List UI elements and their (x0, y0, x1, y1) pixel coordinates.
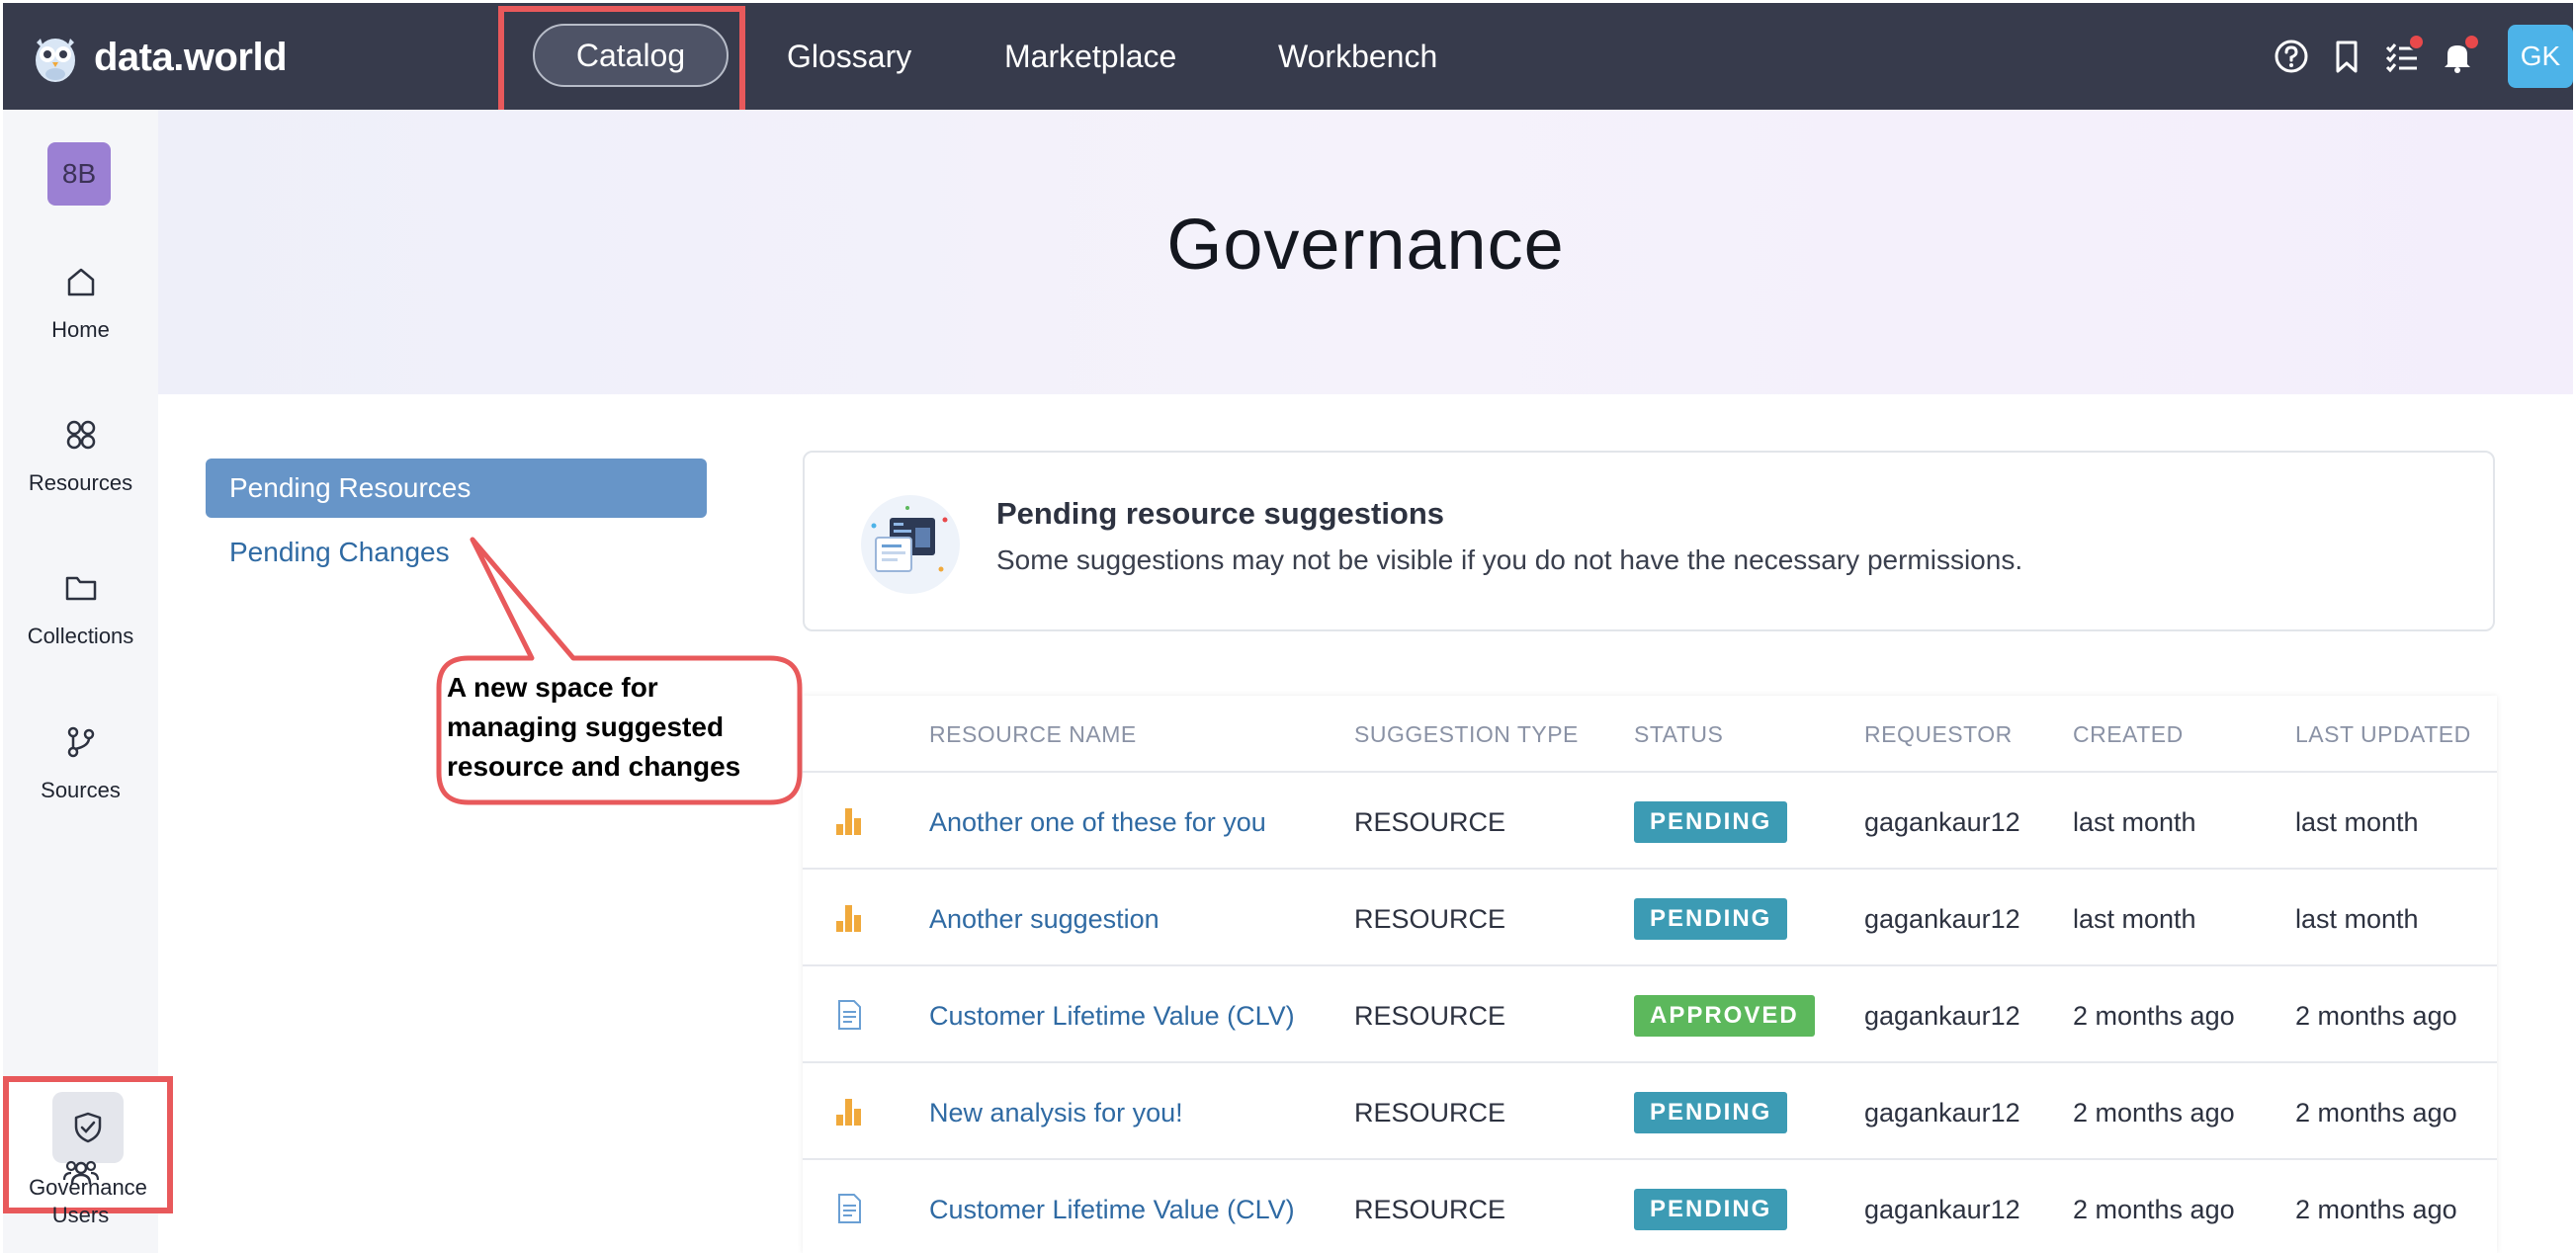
callout-text: A new space for managing suggested resou… (447, 668, 783, 787)
resource-name-link[interactable]: Customer Lifetime Value (CLV) (929, 1162, 1295, 1253)
sidebar-item-label: Users (51, 1203, 110, 1227)
sidebar-item-label: Home (51, 317, 110, 342)
suggestion-type: RESOURCE (1354, 807, 1506, 837)
folder-icon (65, 576, 96, 601)
status-badge: APPROVED (1634, 995, 1815, 1037)
column-header-requestor[interactable]: REQUESTOR (1864, 696, 2013, 773)
created-date: last month (2073, 807, 2196, 837)
callout-line: resource and changes (447, 751, 741, 782)
column-header-resource-name[interactable]: RESOURCE NAME (929, 696, 1137, 773)
created-date: last month (2073, 904, 2196, 934)
info-subtitle: Some suggestions may not be visible if y… (996, 544, 2023, 575)
tasks-icon[interactable] (2375, 30, 2429, 83)
table-row[interactable]: New analysis for you! RESOURCE PENDING g… (803, 1065, 2497, 1160)
resource-name-link[interactable]: Another one of these for you (929, 775, 1266, 870)
created-date: 2 months ago (2073, 1001, 2235, 1031)
analysis-icon (836, 1099, 861, 1126)
updated-date: 2 months ago (2295, 1001, 2457, 1031)
catalog-highlight-box (498, 6, 745, 125)
top-navigation-bar: data.world Catalog Glossary Marketplace … (3, 3, 2573, 110)
created-date: 2 months ago (2073, 1098, 2235, 1128)
sidebar-item-home[interactable]: Home (3, 262, 158, 343)
column-header-status[interactable]: STATUS (1634, 696, 1723, 773)
document-icon (838, 1194, 861, 1223)
sidebar-item-label: Resources (28, 470, 133, 495)
updated-date: last month (2295, 904, 2419, 934)
updated-date: 2 months ago (2295, 1098, 2457, 1128)
analysis-icon (836, 808, 861, 835)
resource-name-link[interactable]: Customer Lifetime Value (CLV) (929, 968, 1295, 1063)
help-icon[interactable] (2265, 30, 2318, 83)
requestor: gagankaur12 (1864, 1195, 2020, 1224)
status-badge: PENDING (1634, 1092, 1788, 1133)
column-header-last-updated[interactable]: LAST UPDATED (2295, 696, 2471, 773)
sidebar: 8B Home Resources Collections Sources Go… (3, 110, 173, 1253)
bell-icon[interactable] (2431, 30, 2484, 83)
logo[interactable]: data.world (31, 31, 288, 84)
callout-line: A new space for (447, 672, 658, 703)
sidebar-item-label: Sources (41, 778, 121, 802)
updated-date: 2 months ago (2295, 1195, 2457, 1224)
sidebar-item-collections[interactable]: Collections (3, 568, 158, 649)
owl-logo-icon (36, 39, 75, 82)
sidebar-item-label: Collections (27, 624, 134, 648)
nav-marketplace[interactable]: Marketplace (1004, 3, 1176, 110)
suggestion-type: RESOURCE (1354, 904, 1506, 934)
nav-workbench[interactable]: Workbench (1278, 3, 1437, 110)
status-badge: PENDING (1634, 1189, 1788, 1230)
home-icon (67, 268, 94, 296)
suggestion-type: RESOURCE (1354, 1195, 1506, 1224)
sidebar-item-sources[interactable]: Sources (3, 722, 158, 803)
requestor: gagankaur12 (1864, 1001, 2020, 1031)
page-title: Governance (1166, 206, 1565, 285)
table-header: RESOURCE NAME SUGGESTION TYPE STATUS REQ… (803, 696, 2497, 773)
analysis-icon (836, 905, 861, 932)
page-header: Governance (158, 110, 2573, 394)
callout-line: managing suggested (447, 711, 725, 742)
tab-pending-resources[interactable]: Pending Resources (206, 459, 707, 518)
resource-name-link[interactable]: Another suggestion (929, 872, 1159, 966)
shield-icon (74, 1112, 102, 1143)
suggestions-table: RESOURCE NAME SUGGESTION TYPE STATUS REQ… (803, 696, 2497, 1253)
brand-name: data.world (94, 35, 288, 79)
table-row[interactable]: Customer Lifetime Value (CLV) RESOURCE A… (803, 968, 2497, 1063)
suggestions-illustration-icon (861, 495, 960, 594)
sidebar-item-resources[interactable]: Resources (3, 415, 158, 496)
nav-glossary[interactable]: Glossary (787, 3, 911, 110)
requestor: gagankaur12 (1864, 1098, 2020, 1128)
user-avatar[interactable]: GK (2508, 25, 2573, 88)
sources-icon (67, 726, 94, 758)
updated-date: last month (2295, 807, 2419, 837)
resource-name-link[interactable]: New analysis for you! (929, 1065, 1183, 1160)
requestor: gagankaur12 (1864, 904, 2020, 934)
table-row[interactable]: Another one of these for you RESOURCE PE… (803, 775, 2497, 870)
space-badge[interactable]: 8B (47, 142, 111, 206)
column-header-suggestion-type[interactable]: SUGGESTION TYPE (1354, 696, 1579, 773)
requestor: gagankaur12 (1864, 807, 2020, 837)
document-icon (838, 1000, 861, 1030)
bookmark-icon[interactable] (2320, 30, 2373, 83)
sidebar-item-users[interactable]: Users (3, 1153, 158, 1228)
resources-icon (66, 420, 95, 450)
users-icon (62, 1160, 99, 1185)
status-badge: PENDING (1634, 898, 1788, 940)
top-icons: GK (2263, 3, 2573, 110)
created-date: 2 months ago (2073, 1195, 2235, 1224)
suggestion-type: RESOURCE (1354, 1098, 1506, 1128)
table-row[interactable]: Another suggestion RESOURCE PENDING gaga… (803, 872, 2497, 966)
info-title: Pending resource suggestions (996, 496, 1445, 531)
status-badge: PENDING (1634, 801, 1788, 843)
table-row[interactable]: Customer Lifetime Value (CLV) RESOURCE P… (803, 1162, 2497, 1253)
suggestion-type: RESOURCE (1354, 1001, 1506, 1031)
column-header-created[interactable]: CREATED (2073, 696, 2184, 773)
info-card: Pending resource suggestions Some sugges… (803, 451, 2495, 631)
